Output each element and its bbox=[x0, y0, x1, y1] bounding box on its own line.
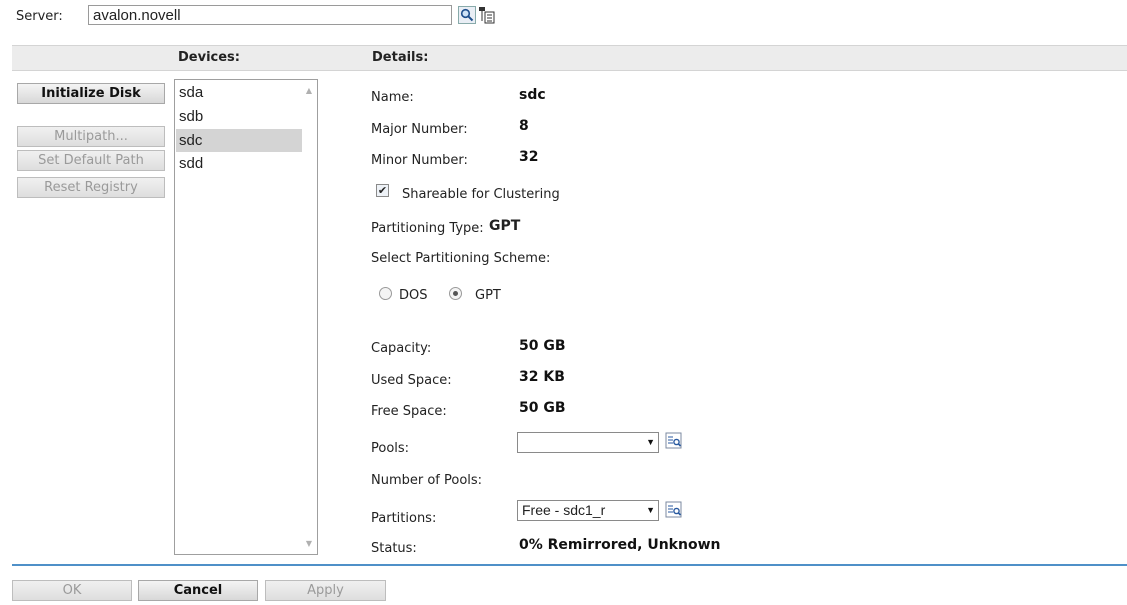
magnifier-icon[interactable] bbox=[458, 6, 476, 24]
partitioning-type-label: Partitioning Type: bbox=[371, 221, 484, 236]
scroll-up-arrow-icon[interactable]: ▲ bbox=[303, 86, 315, 96]
minor-number-label: Minor Number: bbox=[371, 153, 468, 168]
reset-registry-button[interactable]: Reset Registry bbox=[17, 177, 165, 198]
partitioning-scheme-label: Select Partitioning Scheme: bbox=[371, 251, 551, 266]
used-space-value: 32 KB bbox=[519, 369, 565, 385]
scheme-dos-label: DOS bbox=[399, 288, 428, 303]
chevron-down-icon: ▼ bbox=[646, 437, 655, 447]
status-label: Status: bbox=[371, 541, 417, 556]
apply-button[interactable]: Apply bbox=[265, 580, 386, 601]
shareable-checkbox[interactable]: ✔ bbox=[376, 184, 389, 197]
scheme-gpt-label: GPT bbox=[475, 288, 501, 303]
name-label: Name: bbox=[371, 90, 414, 105]
shareable-label: Shareable for Clustering bbox=[402, 187, 560, 202]
ok-button[interactable]: OK bbox=[12, 580, 132, 601]
devices-column-header: Devices: bbox=[178, 50, 240, 65]
major-number-value: 8 bbox=[519, 118, 529, 134]
free-space-label: Free Space: bbox=[371, 404, 447, 419]
set-default-path-button[interactable]: Set Default Path bbox=[17, 150, 165, 171]
scheme-dos-radio[interactable] bbox=[379, 287, 392, 300]
list-item-selected[interactable]: sdc bbox=[176, 129, 302, 152]
status-value: 0% Remirrored, Unknown bbox=[519, 537, 721, 553]
pools-label: Pools: bbox=[371, 441, 410, 456]
cancel-button[interactable]: Cancel bbox=[138, 580, 258, 601]
scheme-gpt-radio[interactable] bbox=[449, 287, 462, 300]
devices-listbox[interactable]: sda sdb sdc sdd ▲ ▼ bbox=[174, 79, 318, 555]
partitions-details-icon[interactable] bbox=[665, 501, 683, 519]
major-number-label: Major Number: bbox=[371, 122, 468, 137]
chevron-down-icon: ▼ bbox=[644, 501, 655, 520]
partitions-label: Partitions: bbox=[371, 511, 437, 526]
server-label: Server: bbox=[16, 9, 63, 24]
list-item[interactable]: sdb bbox=[176, 105, 302, 128]
tree-browse-icon[interactable] bbox=[478, 6, 496, 24]
free-space-value: 50 GB bbox=[519, 400, 566, 416]
pools-details-icon[interactable] bbox=[665, 432, 683, 450]
minor-number-value: 32 bbox=[519, 149, 539, 165]
details-column-header: Details: bbox=[372, 50, 429, 65]
initialize-disk-button[interactable]: Initialize Disk bbox=[17, 83, 165, 104]
multipath-button[interactable]: Multipath... bbox=[17, 126, 165, 147]
list-item[interactable]: sdd bbox=[176, 152, 302, 175]
partitions-select-value: Free - sdc1_r bbox=[522, 502, 606, 518]
partitioning-type-value: GPT bbox=[489, 218, 521, 234]
footer-divider bbox=[12, 564, 1127, 566]
capacity-label: Capacity: bbox=[371, 341, 432, 356]
server-input[interactable]: avalon.novell bbox=[88, 5, 452, 25]
list-item[interactable]: sda bbox=[176, 81, 302, 104]
name-value: sdc bbox=[519, 87, 546, 103]
partitions-select[interactable]: Free - sdc1_r ▼ bbox=[517, 500, 659, 521]
scroll-down-arrow-icon[interactable]: ▼ bbox=[303, 539, 315, 549]
pools-select[interactable]: ▼ bbox=[517, 432, 659, 453]
number-of-pools-label: Number of Pools: bbox=[371, 473, 483, 488]
used-space-label: Used Space: bbox=[371, 373, 452, 388]
capacity-value: 50 GB bbox=[519, 338, 566, 354]
